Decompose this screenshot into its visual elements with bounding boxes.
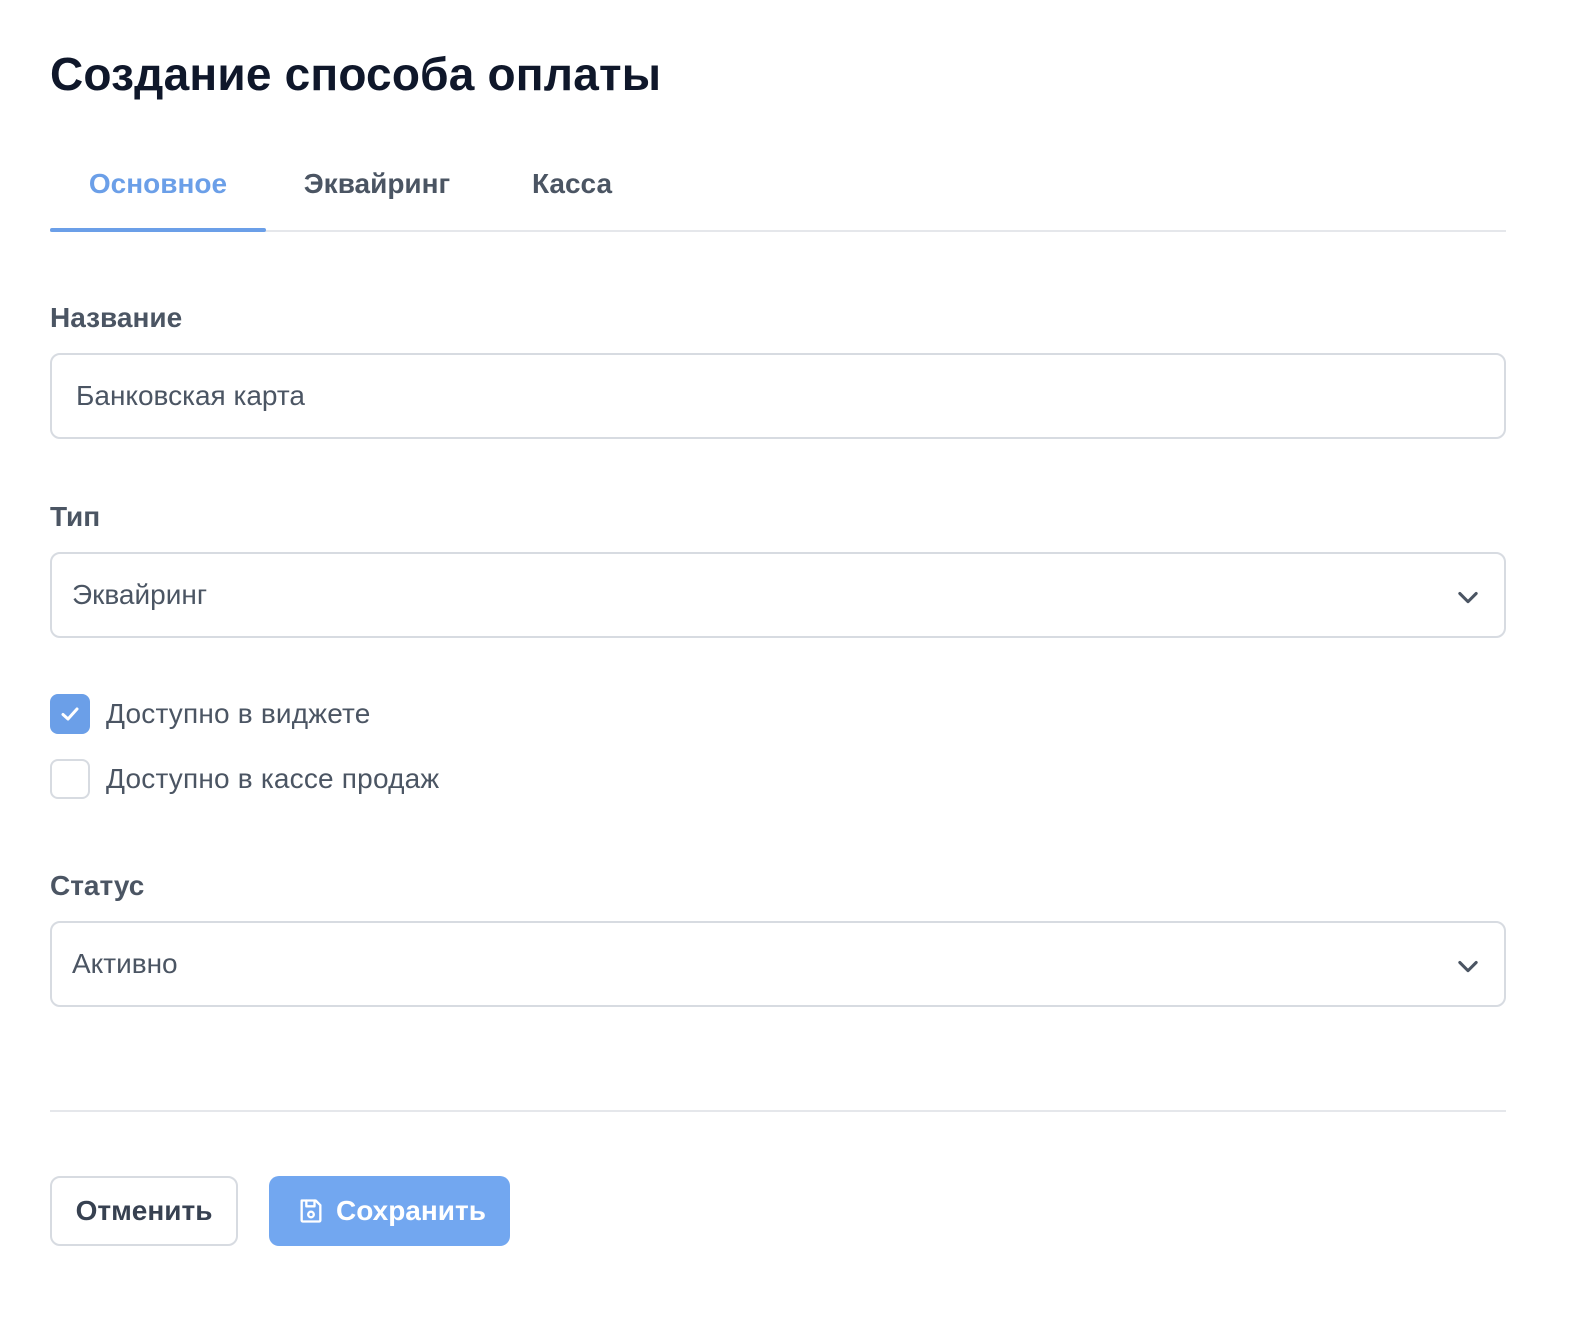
- type-select[interactable]: Эквайринг: [50, 552, 1506, 638]
- name-label: Название: [50, 302, 183, 333]
- sales-cashbox-availability-checkbox[interactable]: [50, 759, 90, 799]
- save-button-label: Сохранить: [336, 1195, 486, 1226]
- widget-availability-checkbox-row[interactable]: Доступно в виджете: [50, 693, 750, 735]
- sales-cashbox-availability-label: Доступно в кассе продаж: [106, 763, 440, 794]
- type-select-value: Эквайринг: [72, 579, 208, 610]
- tab-cashbox-label: Касса: [531, 168, 613, 199]
- chevron-down-icon: [1458, 591, 1478, 604]
- cancel-button-label: Отменить: [75, 1195, 213, 1226]
- footer-divider: [50, 1110, 1506, 1112]
- status-label: Статус: [50, 870, 145, 901]
- tab-acquiring[interactable]: Эквайринг: [296, 150, 458, 230]
- tab-acquiring-label: Эквайринг: [303, 168, 451, 199]
- tab-bar: Основное Эквайринг Касса: [50, 150, 1506, 232]
- type-label: Тип: [50, 501, 101, 532]
- tab-main[interactable]: Основное: [50, 150, 266, 232]
- tab-main-label: Основное: [88, 168, 228, 199]
- active-tab-indicator: [50, 228, 266, 232]
- name-input[interactable]: Банковская карта: [50, 353, 1506, 439]
- payment-method-form-page: Создание способа оплаты Основное Эквайри…: [50, 0, 1506, 1318]
- cancel-button[interactable]: Отменить: [50, 1176, 238, 1246]
- checkmark-icon: [61, 707, 79, 721]
- page-title: Создание способа оплаты: [50, 48, 662, 100]
- widget-availability-checkbox[interactable]: [50, 694, 90, 734]
- widget-availability-label: Доступно в виджете: [106, 698, 371, 729]
- chevron-down-icon: [1458, 960, 1478, 973]
- status-select-value: Активно: [72, 948, 178, 979]
- save-button[interactable]: Сохранить: [269, 1176, 510, 1246]
- sales-cashbox-availability-checkbox-row[interactable]: Доступно в кассе продаж: [50, 758, 750, 800]
- tab-cashbox[interactable]: Касса: [522, 150, 622, 230]
- status-select[interactable]: Активно: [50, 921, 1506, 1007]
- name-input-value: Банковская карта: [76, 380, 305, 411]
- floppy-disk-icon: [300, 1199, 322, 1223]
